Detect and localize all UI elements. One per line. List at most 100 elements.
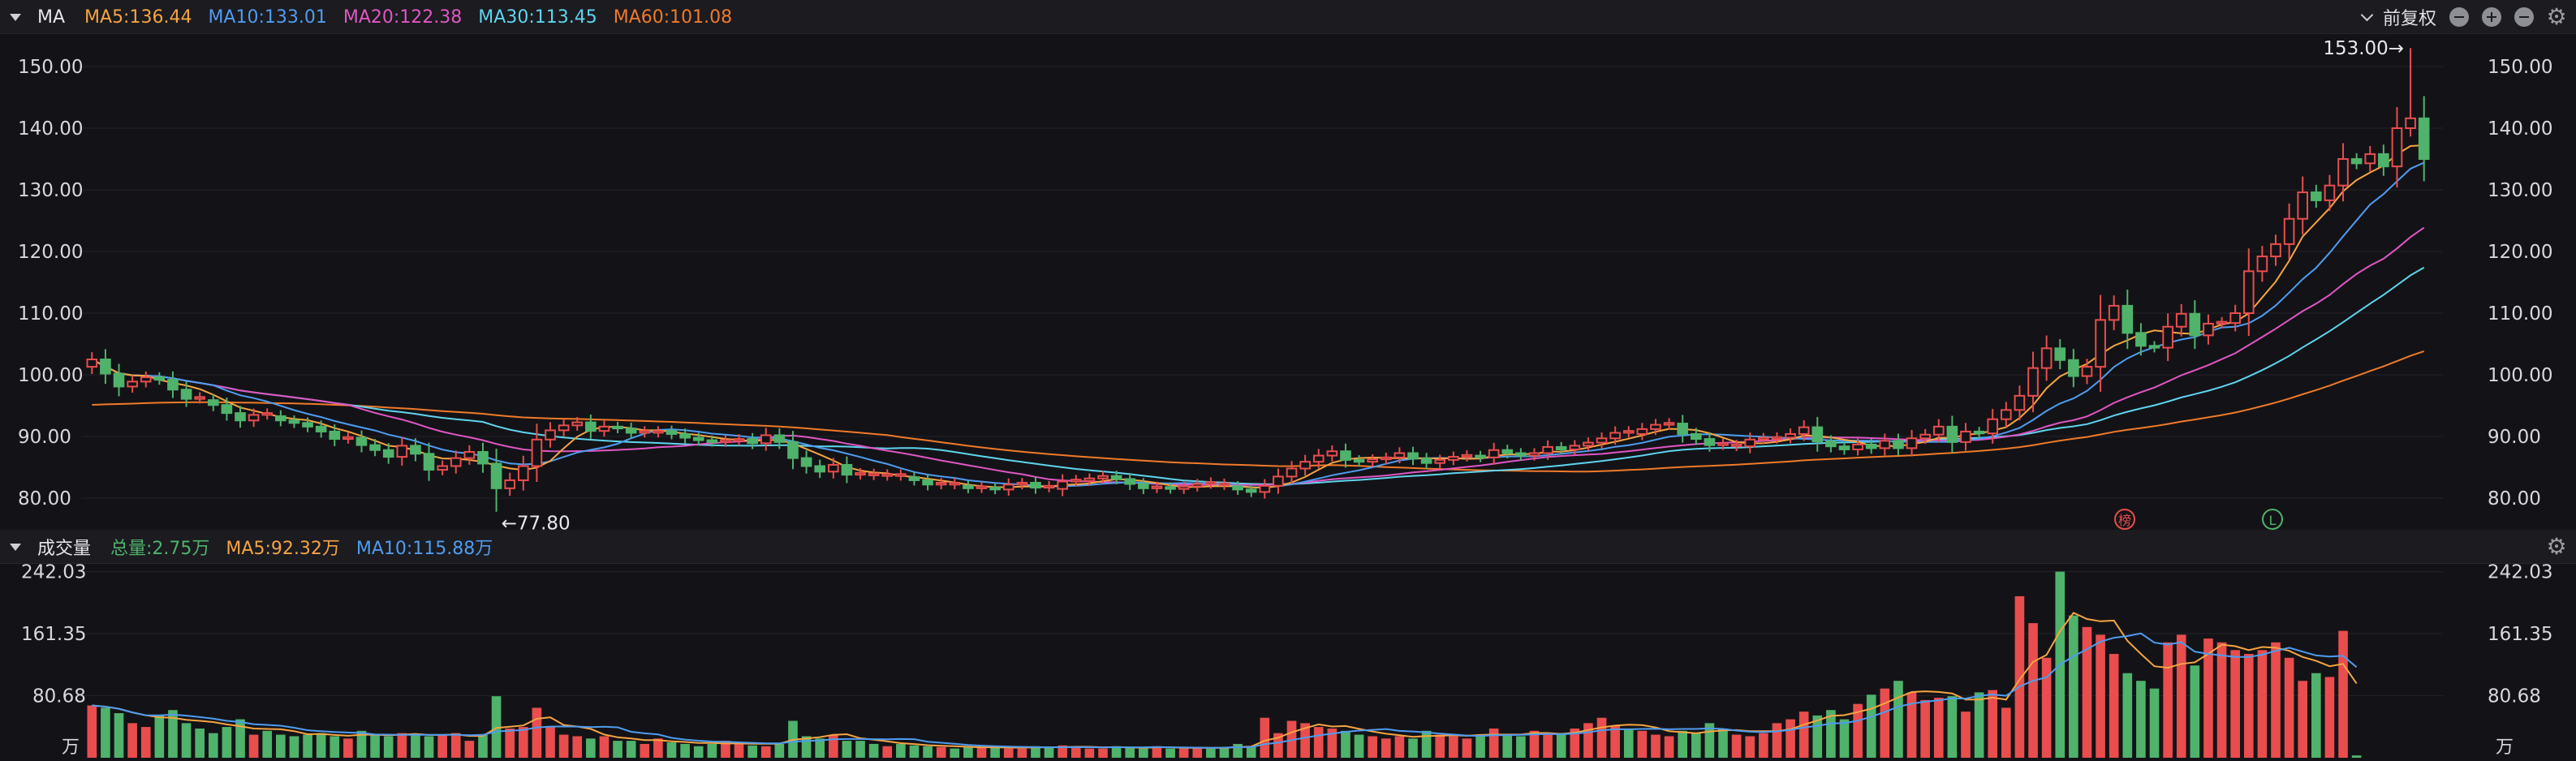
volume-unit-right: 万 [2496, 737, 2514, 758]
chart-canvas[interactable]: 150.00 150.00 140.00 140.00 130.00 130.00 120.… [0, 0, 2576, 761]
volume-tick-label-right: 161.35 [2488, 624, 2552, 645]
volume-bar [154, 715, 165, 758]
volume-bar [411, 734, 420, 758]
volume-bar [909, 745, 920, 758]
volume-bar [181, 723, 192, 758]
ma5-value: MA5:136.44 [84, 6, 192, 28]
volume-bar [2028, 623, 2038, 758]
volume-bar [2096, 634, 2105, 758]
volume-bar [842, 741, 852, 758]
gear-icon[interactable]: ⚙ [2545, 535, 2568, 558]
volume-bar [222, 727, 232, 758]
volume-unit-left: 万 [62, 737, 80, 758]
volume-bar [383, 736, 394, 758]
volume-bar [828, 734, 838, 758]
volume-bar [2298, 681, 2308, 758]
collapse-triangle-icon[interactable] [10, 13, 21, 21]
volume-bar [2163, 642, 2173, 758]
volume-bar [2243, 654, 2254, 758]
volume-bar [1623, 728, 1634, 758]
volume-bar [127, 723, 137, 758]
volume-bar [464, 741, 475, 758]
volume-bar [1678, 730, 1688, 758]
volume-bar [1933, 698, 1944, 758]
volume-bar [1070, 746, 1081, 758]
volume-bar [1394, 736, 1405, 758]
volume-bar [1974, 692, 1984, 758]
volume-bar [2284, 657, 2294, 758]
volume-tick-label-left: 242.03 [21, 562, 86, 583]
volume-bar [101, 707, 110, 758]
volume-bar [1139, 748, 1148, 758]
volume-bar [1596, 717, 1607, 758]
volume-bar [868, 743, 879, 758]
volume-bar [343, 738, 353, 758]
volume-bar [2014, 595, 2025, 758]
y-tick-label-left: 80.00 [18, 488, 71, 509]
volume-bar [1880, 688, 1890, 758]
volume-bar [2338, 630, 2348, 758]
adjust-dropdown[interactable]: 前复权 [2383, 4, 2436, 30]
volume-bar [1475, 734, 1485, 758]
volume-bar [208, 733, 218, 758]
volume-bar [1786, 719, 1795, 758]
volume-bar [2311, 673, 2321, 758]
volume-bar [963, 746, 973, 758]
ma10-value: MA10:133.01 [208, 6, 327, 28]
y-tick-label-left: 100.00 [18, 365, 83, 386]
volume-bar [316, 733, 326, 758]
volume-title: 成交量 [37, 539, 92, 559]
volume-bar [1098, 748, 1108, 758]
y-tick-label-right: 140.00 [2488, 118, 2552, 140]
volume-bar [2069, 615, 2078, 758]
volume-bar [734, 742, 744, 758]
remove-circle-icon[interactable] [2514, 7, 2534, 27]
volume-bar [437, 734, 447, 758]
volume-bar [1449, 736, 1458, 758]
volume-bar [774, 743, 785, 758]
ma-legend: MA MA5:136.44 MA10:133.01 MA20:122.38 MA… [0, 0, 748, 34]
high-annotation: 153.00→ [2323, 38, 2404, 59]
gear-icon[interactable]: ⚙ [2545, 6, 2568, 28]
volume-bar [599, 736, 610, 758]
volume-bar [760, 746, 771, 758]
volume-bar [1947, 696, 1958, 758]
y-tick-label-right: 110.00 [2488, 303, 2552, 325]
plus-circle-icon[interactable] [2482, 7, 2501, 27]
chevron-down-icon[interactable] [2360, 8, 2374, 21]
volume-bar [1017, 748, 1027, 758]
volume-bar [1745, 736, 1755, 758]
volume-bar [1178, 748, 1189, 758]
volume-bar [1906, 692, 1917, 758]
volume-bar [2271, 642, 2281, 758]
y-tick-label-left: 110.00 [18, 303, 83, 325]
volume-bar [2149, 688, 2160, 758]
y-tick-label-right: 150.00 [2488, 57, 2552, 78]
ma20-value: MA20:122.38 [342, 6, 463, 28]
volume-bar [370, 734, 380, 758]
ma60-value: MA60:101.08 [613, 6, 733, 28]
volume-bar [950, 748, 960, 758]
volume-bar [1488, 728, 1499, 758]
y-tick-label-left: 90.00 [18, 427, 71, 448]
y-tick-label-left: 140.00 [18, 118, 83, 140]
volume-bar [666, 742, 677, 758]
volume-bar [923, 746, 933, 758]
volume-bar [680, 743, 690, 758]
volume-bar [640, 743, 650, 758]
volume-bar [1798, 712, 1809, 758]
volume-bar [2257, 650, 2268, 758]
volume-bar [450, 733, 461, 758]
minus-circle-icon[interactable] [2449, 7, 2469, 27]
y-tick-label-left: 150.00 [18, 57, 83, 78]
volume-bar [397, 733, 407, 758]
volume-bar [1759, 733, 1768, 758]
collapse-triangle-icon[interactable] [10, 543, 21, 551]
volume-bar [1435, 734, 1445, 758]
volume-bar [613, 741, 622, 758]
volume-bar [896, 743, 906, 758]
volume-bar [815, 738, 825, 758]
volume-bar [1165, 748, 1175, 758]
volume-bar [1839, 719, 1850, 758]
volume-bar [976, 747, 987, 758]
